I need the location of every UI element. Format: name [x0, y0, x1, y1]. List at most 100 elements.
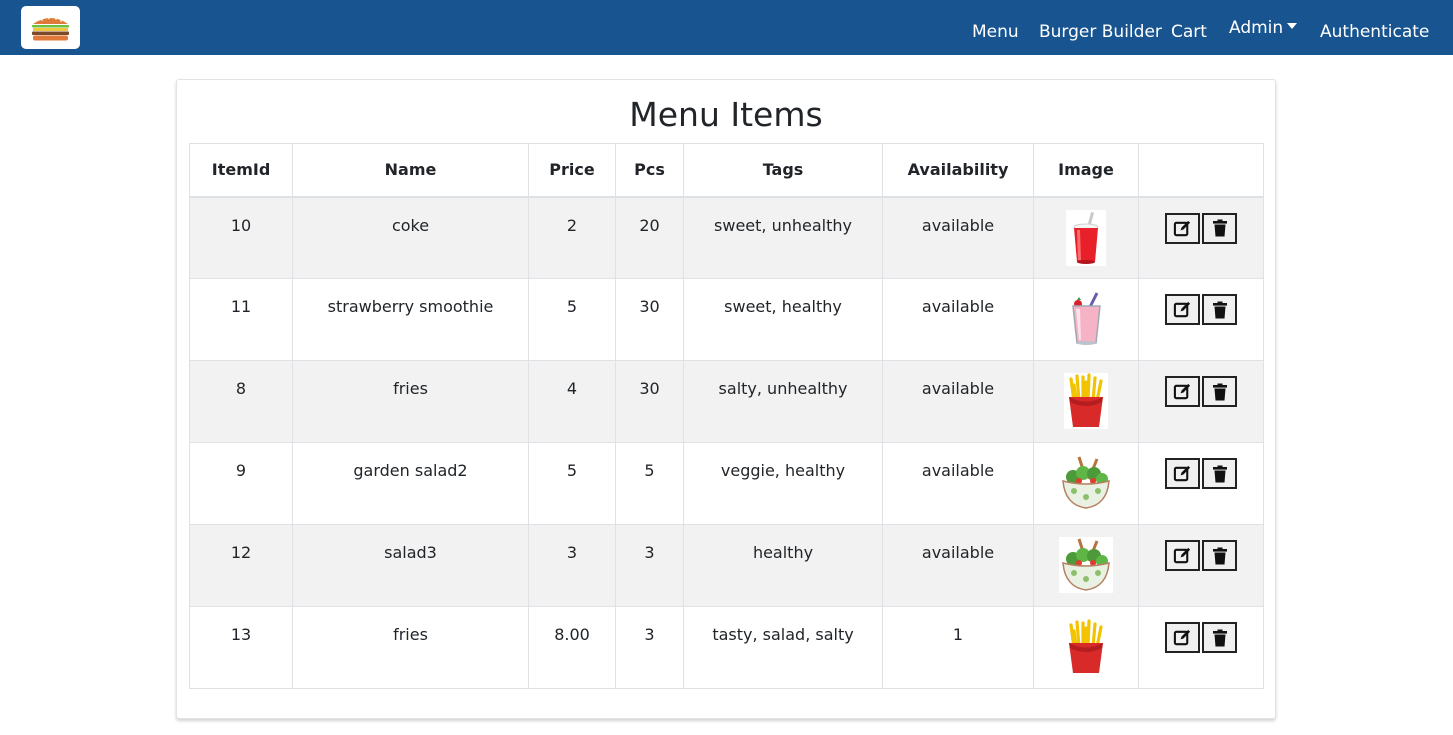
cell-availability: available [882, 196, 1034, 279]
edit-button[interactable] [1165, 622, 1200, 653]
delete-button[interactable] [1202, 622, 1237, 653]
cell-availability: available [882, 360, 1034, 443]
edit-icon [1173, 383, 1191, 400]
table-row: 13 fries 8.00 3 tasty, salad, salty 1 [189, 606, 1264, 689]
header-itemid: ItemId [189, 143, 293, 198]
salad-bowl-icon [1059, 537, 1113, 593]
cell-itemid: 10 [189, 196, 293, 279]
delete-button[interactable] [1202, 376, 1237, 407]
brand-logo[interactable] [21, 6, 80, 49]
cell-price: 5 [528, 442, 616, 525]
salad-bowl-icon [1059, 455, 1113, 511]
nav-authenticate[interactable]: Authenticate [1320, 20, 1429, 44]
table-row: 11 strawberry smoothie 5 30 sweet, healt… [189, 278, 1264, 361]
cell-image [1033, 442, 1139, 525]
cell-pcs: 30 [615, 278, 684, 361]
cell-pcs: 5 [615, 442, 684, 525]
trash-icon [1212, 383, 1227, 400]
header-image: Image [1033, 143, 1139, 198]
edit-button[interactable] [1165, 212, 1200, 244]
cell-price: 5 [528, 278, 616, 361]
trash-icon [1212, 629, 1227, 646]
caret-down-icon [1287, 23, 1298, 29]
cell-image [1033, 524, 1139, 607]
header-name: Name [292, 143, 529, 198]
cell-price: 3 [528, 524, 616, 607]
edit-button[interactable] [1165, 294, 1200, 325]
delete-button[interactable] [1202, 540, 1237, 571]
cell-pcs: 30 [615, 360, 684, 443]
cell-pcs: 3 [615, 524, 684, 607]
cell-availability: available [882, 524, 1034, 607]
cell-name: coke [292, 196, 529, 279]
trash-icon [1212, 301, 1227, 318]
cell-tags: sweet, unhealthy [683, 196, 883, 279]
cell-name: garden salad2 [292, 442, 529, 525]
header-tags: Tags [683, 143, 883, 198]
delete-button[interactable] [1202, 294, 1237, 325]
row-actions [1165, 622, 1237, 653]
navbar: Menu Burger Builder Cart Admin Authentic… [0, 0, 1453, 55]
table-header-row: ItemId Name Price Pcs Tags Availability … [189, 143, 1264, 198]
cell-pcs: 3 [615, 606, 684, 689]
header-price: Price [528, 143, 616, 198]
table-row: 8 fries 4 30 salty, unhealthy available [189, 360, 1264, 443]
edit-button[interactable] [1165, 540, 1200, 571]
menu-items-card: Menu Items ItemId Name Price Pcs Tags Av… [176, 79, 1276, 719]
cell-actions [1138, 360, 1264, 443]
burger-icon [32, 17, 69, 41]
cell-itemid: 11 [189, 278, 293, 361]
cell-itemid: 13 [189, 606, 293, 689]
cell-tags: salty, unhealthy [683, 360, 883, 443]
edit-icon [1173, 547, 1191, 564]
cell-itemid: 12 [189, 524, 293, 607]
cell-name: strawberry smoothie [292, 278, 529, 361]
nav-burger-builder[interactable]: Burger Builder [1039, 20, 1162, 44]
nav-cart[interactable]: Cart [1171, 20, 1207, 44]
row-actions [1165, 376, 1237, 407]
delete-button[interactable] [1202, 212, 1237, 244]
fries-icon [1064, 619, 1108, 675]
cell-image [1033, 196, 1139, 279]
cell-availability: available [882, 442, 1034, 525]
cell-tags: sweet, healthy [683, 278, 883, 361]
header-actions [1138, 143, 1264, 198]
cell-actions [1138, 278, 1264, 361]
cell-price: 8.00 [528, 606, 616, 689]
cell-actions [1138, 606, 1264, 689]
trash-icon [1212, 465, 1227, 482]
cell-itemid: 8 [189, 360, 293, 443]
table-row: 10 coke 2 20 sweet, unhealthy available [189, 196, 1264, 279]
nav-admin-dropdown[interactable]: Admin [1229, 16, 1298, 40]
nav-admin-label: Admin [1229, 18, 1284, 38]
cell-price: 4 [528, 360, 616, 443]
cell-image [1033, 360, 1139, 443]
nav-menu[interactable]: Menu [972, 20, 1019, 44]
edit-icon [1173, 220, 1191, 236]
edit-icon [1173, 301, 1191, 318]
edit-button[interactable] [1165, 376, 1200, 407]
cell-name: salad3 [292, 524, 529, 607]
edit-icon [1173, 629, 1191, 646]
menu-items-table: ItemId Name Price Pcs Tags Availability … [189, 143, 1264, 689]
cell-name: fries [292, 360, 529, 443]
cell-pcs: 20 [615, 196, 684, 279]
cell-name: fries [292, 606, 529, 689]
edit-icon [1173, 465, 1191, 482]
trash-icon [1212, 219, 1227, 237]
cell-itemid: 9 [189, 442, 293, 525]
page-title: Menu Items [629, 95, 823, 134]
cell-actions [1138, 524, 1264, 607]
cell-actions [1138, 442, 1264, 525]
smoothie-glass-icon [1059, 291, 1113, 347]
cell-tags: tasty, salad, salty [683, 606, 883, 689]
table-row: 9 garden salad2 5 5 veggie, healthy avai… [189, 442, 1264, 525]
edit-button[interactable] [1165, 458, 1200, 489]
trash-icon [1212, 547, 1227, 564]
row-actions [1165, 212, 1237, 244]
header-pcs: Pcs [615, 143, 684, 198]
table-row: 12 salad3 3 3 healthy available [189, 524, 1264, 607]
delete-button[interactable] [1202, 458, 1237, 489]
cell-image [1033, 278, 1139, 361]
row-actions [1165, 540, 1237, 571]
